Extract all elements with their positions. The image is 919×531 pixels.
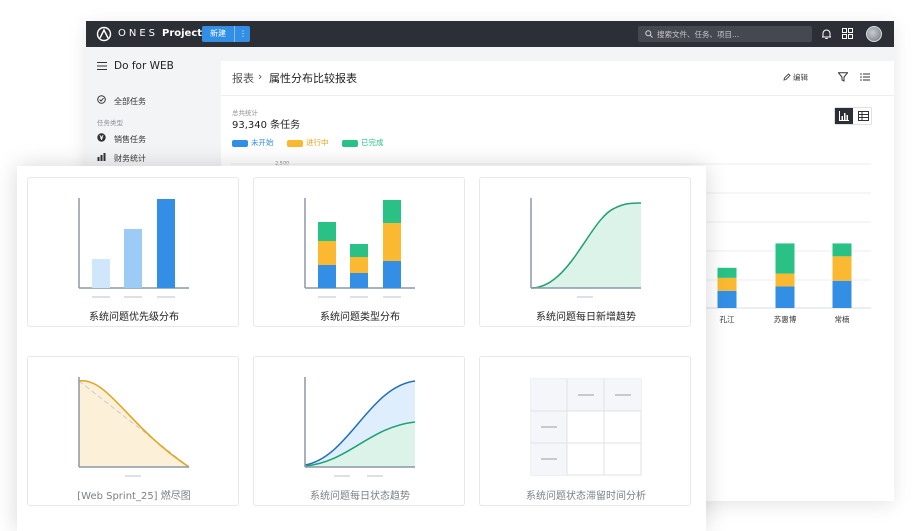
chart-bar-segment[interactable] <box>775 286 795 308</box>
card-title: 系统问题每日新增趋势 <box>536 312 636 323</box>
chart-bar-segment[interactable] <box>717 290 737 308</box>
card-title: 系统问题优先级分布 <box>89 312 179 323</box>
card-title: 系统问题每日状态趋势 <box>310 491 410 502</box>
report-card-priority[interactable]: 系统问题优先级分布 <box>27 177 239 327</box>
report-template-sheet: 系统问题优先级分布 系统问题类型分布 系统问题每日新增趋势 [Web Sprin… <box>17 166 706 531</box>
card-title: [Web Sprint_25] 燃尽图 <box>77 491 191 502</box>
chart-bar-segment[interactable] <box>832 256 852 281</box>
report-card-burndown[interactable]: [Web Sprint_25] 燃尽图 <box>27 356 239 506</box>
report-card-status-stay[interactable]: 系统问题状态滞留时间分析 <box>479 356 691 506</box>
x-tick-label: 常楠 <box>835 314 850 324</box>
x-tick-label: 孔江 <box>720 315 735 324</box>
stage: ONES Project 新建 ⋮ 搜索文件、任务、项目... Do for W… <box>0 0 919 531</box>
chart-bar-segment[interactable] <box>832 280 852 308</box>
report-card-daily-new[interactable]: 系统问题每日新增趋势 <box>479 177 691 327</box>
chart-bar-segment[interactable] <box>775 243 795 274</box>
card-title: 系统问题类型分布 <box>320 312 400 323</box>
stacked-bar-thumbnail-icon <box>304 198 415 298</box>
x-tick-label: 苏惠博 <box>774 314 797 324</box>
burndown-thumbnail-icon <box>78 377 190 477</box>
bar-thumbnail-icon <box>78 198 189 298</box>
report-card-type[interactable]: 系统问题类型分布 <box>253 177 465 327</box>
report-card-daily-status[interactable]: 系统问题每日状态趋势 <box>253 356 465 506</box>
cumulative-flow-thumbnail-icon <box>304 377 416 477</box>
chart-bar-segment[interactable] <box>717 277 737 291</box>
chart-bar-segment[interactable] <box>832 243 852 257</box>
chart-bar-segment[interactable] <box>775 273 795 287</box>
area-thumbnail-icon <box>530 198 642 298</box>
card-title: 系统问题状态滞留时间分析 <box>526 491 646 502</box>
table-thumbnail-icon <box>530 378 642 476</box>
chart-bar-segment[interactable] <box>717 267 737 278</box>
